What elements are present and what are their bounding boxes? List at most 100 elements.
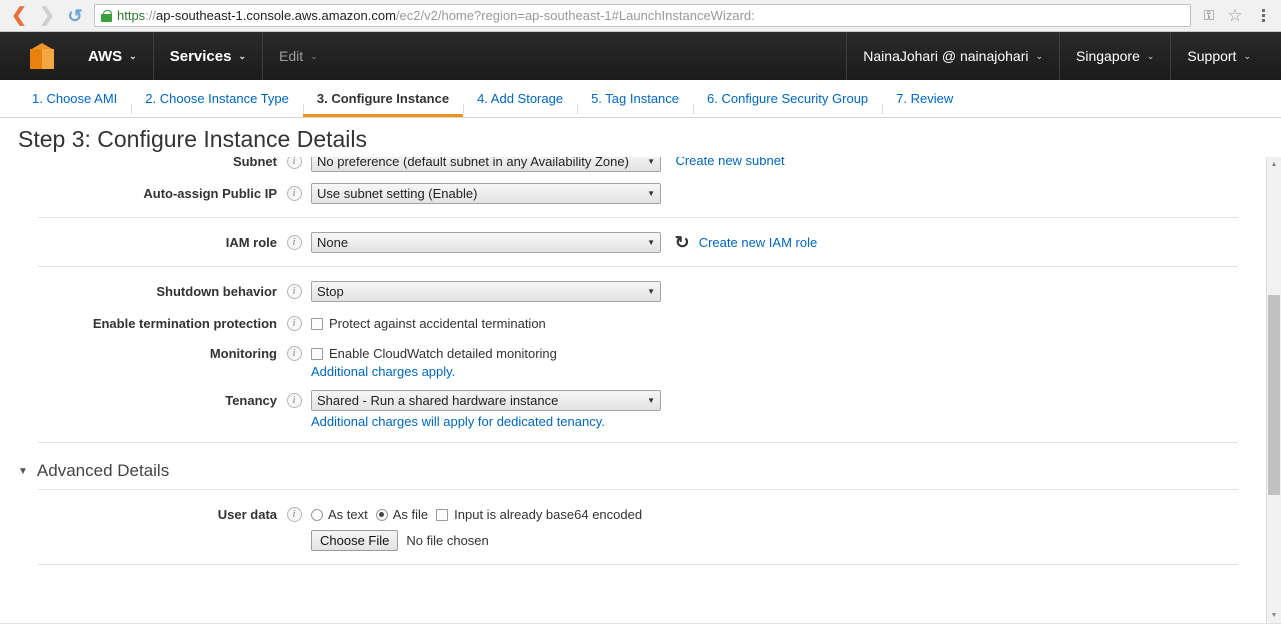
user-data-options-row: As text As file Input is already base64 … [311,504,1266,522]
bookmark-star-icon[interactable]: ☆ [1223,4,1247,28]
file-status-text: No file chosen [406,533,489,548]
monitoring-checkbox[interactable] [311,347,323,360]
create-new-subnet-link[interactable]: Create new subnet [675,157,784,168]
chevron-down-icon: ⌄ [1035,50,1044,61]
password-key-icon[interactable]: ⚿ [1197,4,1221,28]
nav-item-services[interactable]: Services ⌄ [152,32,262,80]
chevron-down-icon: ⌄ [1243,50,1251,61]
auto-assign-public-ip-select[interactable]: Use subnet setting (Enable) ▼ [311,183,661,204]
termination-protection-checkbox-label: Protect against accidental termination [329,316,546,331]
chevron-down-icon: ▼ [647,396,655,405]
shutdown-behavior-info-icon[interactable]: i [277,280,311,299]
browser-menu-icon[interactable] [1251,4,1275,28]
chevron-down-icon: ▼ [647,157,655,166]
advanced-details-title: Advanced Details [36,461,170,480]
create-new-iam-role-link[interactable]: Create new IAM role [699,235,818,250]
user-data-as-text-label: As text [328,507,368,522]
tenancy-label: Tenancy [225,393,277,408]
monitoring-checkbox-label: Enable CloudWatch detailed monitoring [329,346,557,361]
subnet-info-icon[interactable]: i [277,157,311,169]
iam-role-info-icon[interactable]: i [277,231,311,250]
tab-configure-instance[interactable]: 3. Configure Instance [302,91,464,117]
wizard-step-tabs: 1. Choose AMI 2. Choose Instance Type 3.… [0,80,1281,118]
divider [38,489,1238,490]
user-data-base64-checkbox[interactable] [436,508,449,521]
subnet-label: Subnet [232,157,277,169]
tab-choose-instance-type[interactable]: 2. Choose Instance Type [131,91,303,117]
user-data-file-row: Choose File No file chosen [311,522,1266,551]
termination-protection-checkbox-row[interactable]: Protect against accidental termination [311,313,1266,331]
page-title: Step 3: Configure Instance Details [0,118,1281,157]
auto-assign-public-ip-info-icon[interactable]: i [277,182,311,201]
tab-add-storage[interactable]: 4. Add Storage [463,91,577,117]
row-termination-protection: Enable termination protection i Protect … [0,307,1266,337]
forward-arrow-icon: ❯ [39,5,55,26]
advanced-details-header[interactable]: ▼ Advanced Details [0,451,1266,489]
user-data-label: User data [217,507,277,522]
scroll-down-arrow-icon[interactable]: ▼ [1267,608,1281,623]
nav-item-account[interactable]: NainaJohari @ nainajohari ⌄ [846,32,1059,80]
termination-protection-label: Enable termination protection [92,316,277,331]
choose-file-button[interactable]: Choose File [311,530,399,551]
scroll-up-arrow-icon[interactable]: ▲ [1267,157,1281,172]
region-label: Singapore [1076,48,1140,64]
tenancy-charges-link[interactable]: Additional charges will apply for dedica… [311,411,1266,429]
url-separator: :// [145,8,157,23]
nav-item-region[interactable]: Singapore ⌄ [1059,32,1170,80]
tenancy-select[interactable]: Shared - Run a shared hardware instance … [311,390,661,411]
url-host: ap-southeast-1.console.aws.amazon.com [156,8,396,23]
vertical-scrollbar[interactable]: ▲ ▼ [1266,157,1281,623]
nav-item-aws[interactable]: AWS ⌄ [72,32,153,80]
subnet-select[interactable]: No preference (default subnet in any Ava… [311,157,661,172]
tab-choose-ami[interactable]: 1. Choose AMI [18,91,131,117]
user-data-as-file-radio[interactable] [375,508,388,521]
reload-icon[interactable]: ↺ [62,3,88,29]
divider [38,442,1238,443]
ssl-lock-icon [101,9,112,22]
auto-assign-public-ip-value: Use subnet setting (Enable) [317,186,478,201]
nav-item-edit-label: Edit [279,48,304,64]
account-label: NainaJohari @ nainajohari [863,48,1029,64]
row-tenancy: Tenancy i Shared - Run a shared hardware… [0,384,1266,434]
termination-protection-info-icon[interactable]: i [277,312,311,331]
url-bar[interactable]: https://ap-southeast-1.console.aws.amazo… [94,4,1191,27]
iam-role-select[interactable]: None ▼ [311,232,661,253]
user-data-base64-label: Input is already base64 encoded [454,507,643,522]
back-arrow-icon[interactable]: ❮ [6,3,32,29]
scrollbar-track[interactable] [1267,172,1281,608]
shutdown-behavior-select[interactable]: Stop ▼ [311,281,661,302]
tab-tag-instance[interactable]: 5. Tag Instance [577,91,693,117]
nav-item-edit[interactable]: Edit ⌄ [262,32,334,80]
monitoring-checkbox-row[interactable]: Enable CloudWatch detailed monitoring [311,343,1266,361]
tenancy-value: Shared - Run a shared hardware instance [317,393,559,408]
monitoring-label: Monitoring [209,346,277,361]
chevron-down-icon: ▼ [647,238,655,247]
scrollbar-thumb[interactable] [1268,295,1280,495]
row-auto-assign-public-ip: Auto-assign Public IP i Use subnet setti… [0,177,1266,209]
user-data-as-text-option[interactable]: As text [311,507,368,522]
tab-configure-security-group[interactable]: 6. Configure Security Group [693,91,882,117]
monitoring-charges-link[interactable]: Additional charges apply. [311,361,1266,379]
chevron-down-icon: ⌄ [310,50,318,61]
url-scheme: https [117,8,146,23]
divider [38,564,1238,565]
nav-item-aws-label: AWS [88,47,123,65]
tenancy-info-icon[interactable]: i [277,389,311,408]
chevron-down-icon: ⌄ [129,50,137,61]
auto-assign-public-ip-label: Auto-assign Public IP [143,186,277,201]
user-data-as-file-option[interactable]: As file [375,507,428,522]
caret-down-icon: ▼ [18,465,28,477]
chevron-down-icon: ▼ [647,287,655,296]
row-monitoring: Monitoring i Enable CloudWatch detailed … [0,337,1266,384]
refresh-icon[interactable]: ↻ [675,234,690,251]
user-data-info-icon[interactable]: i [277,503,311,522]
user-data-as-text-radio[interactable] [311,508,323,521]
tab-review[interactable]: 7. Review [882,91,967,117]
monitoring-info-icon[interactable]: i [277,342,311,361]
user-data-base64-option[interactable]: Input is already base64 encoded [436,507,642,522]
form-scroll-viewport: Subnet i No preference (default subnet i… [0,157,1266,623]
termination-protection-checkbox[interactable] [311,317,323,330]
aws-cube-logo[interactable] [0,43,72,69]
subnet-select-value: No preference (default subnet in any Ava… [317,157,629,169]
nav-item-support[interactable]: Support ⌄ [1170,32,1267,80]
